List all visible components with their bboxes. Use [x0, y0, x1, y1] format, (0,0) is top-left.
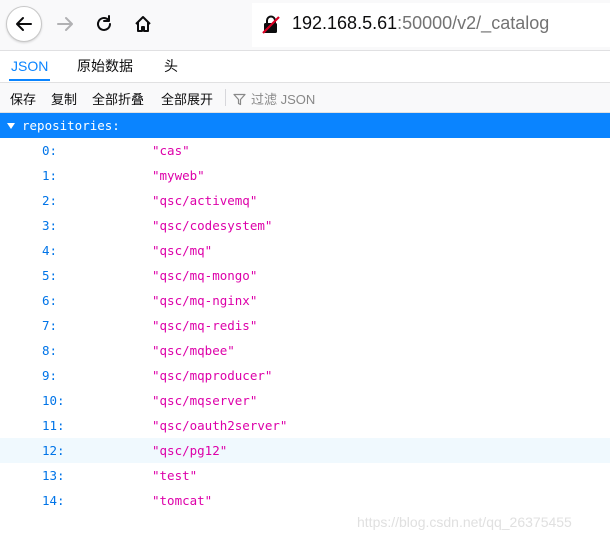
json-row[interactable]: 3: "qsc/codesystem": [0, 213, 610, 238]
json-key: 7:: [42, 318, 58, 333]
expand-all-button[interactable]: 全部展开: [161, 89, 213, 108]
json-value: "qsc/mqserver": [152, 393, 258, 408]
reload-button[interactable]: [86, 6, 122, 42]
tab-raw-data[interactable]: 原始数据: [75, 51, 135, 81]
tab-headers[interactable]: 头: [162, 51, 180, 81]
url-text[interactable]: 192.168.5.61:50000/v2/_catalog: [292, 13, 549, 34]
json-key: 13:: [42, 468, 65, 483]
tab-json[interactable]: JSON: [9, 51, 51, 81]
json-key: 14:: [42, 493, 65, 508]
json-row[interactable]: 8: "qsc/mqbee": [0, 338, 610, 363]
json-row[interactable]: 13: "test": [0, 463, 610, 488]
json-key: 6:: [42, 293, 58, 308]
json-value: "tomcat": [152, 493, 213, 508]
json-key: 2:: [42, 193, 58, 208]
url-bar[interactable]: 192.168.5.61:50000/v2/_catalog: [252, 3, 610, 47]
json-value: "qsc/activemq": [152, 193, 258, 208]
reload-icon: [97, 15, 111, 31]
json-tree: repositories: 0: "cas" 1: "myweb" 2: "qsc/a…: [0, 113, 610, 513]
json-key: 10:: [42, 393, 65, 408]
viewer-tabs: JSON 原始数据 头: [0, 51, 610, 83]
json-toolbar: 保存 复制 全部折叠 全部展开 过滤 JSON: [0, 83, 610, 113]
json-value: "qsc/oauth2server": [152, 418, 288, 433]
json-row[interactable]: 14: "tomcat": [0, 488, 610, 513]
json-row[interactable]: 0: "cas": [0, 138, 610, 163]
json-key: 4:: [42, 243, 58, 258]
json-key: 8:: [42, 343, 58, 358]
back-button[interactable]: [6, 6, 42, 42]
collapse-all-button[interactable]: 全部折叠: [92, 89, 144, 108]
json-key: 12:: [42, 443, 65, 458]
home-icon: [135, 16, 151, 32]
json-value: "qsc/mqbee": [152, 343, 235, 358]
json-value: "qsc/codesystem": [152, 218, 273, 233]
json-value: "test": [152, 468, 198, 483]
browser-navbar: 192.168.5.61:50000/v2/_catalog: [0, 0, 610, 51]
json-value: "qsc/mq-redis": [152, 318, 258, 333]
url-path: :50000/v2/_catalog: [397, 13, 550, 33]
save-button[interactable]: 保存: [10, 89, 36, 108]
json-row[interactable]: 1: "myweb": [0, 163, 610, 188]
json-root-row[interactable]: repositories:: [0, 113, 610, 138]
json-key: 3:: [42, 218, 58, 233]
json-value: "qsc/mqproducer": [152, 368, 273, 383]
json-value: "qsc/pg12": [152, 443, 228, 458]
json-row[interactable]: 5: "qsc/mq-mongo": [0, 263, 610, 288]
toolbar-divider: [225, 89, 226, 106]
json-row[interactable]: 7: "qsc/mq-redis": [0, 313, 610, 338]
json-row[interactable]: 6: "qsc/mq-nginx": [0, 288, 610, 313]
json-value: "qsc/mq": [152, 243, 213, 258]
json-key: 1:: [42, 168, 58, 183]
json-key: 9:: [42, 368, 58, 383]
url-host: 192.168.5.61: [292, 13, 398, 33]
arrow-left-icon: [16, 17, 32, 31]
home-button[interactable]: [125, 6, 161, 42]
json-row[interactable]: 11: "qsc/oauth2server": [0, 413, 610, 438]
json-key: 5:: [42, 268, 58, 283]
json-value: "cas": [152, 143, 190, 158]
filter-json-input[interactable]: 过滤 JSON: [251, 89, 315, 108]
json-row-hovered[interactable]: 12: "qsc/pg12": [0, 438, 610, 463]
json-row[interactable]: 2: "qsc/activemq": [0, 188, 610, 213]
copy-button[interactable]: 复制: [51, 89, 77, 108]
json-row[interactable]: 4: "qsc/mq": [0, 238, 610, 263]
json-row[interactable]: 9: "qsc/mqproducer": [0, 363, 610, 388]
json-row[interactable]: 10: "qsc/mqserver": [0, 388, 610, 413]
json-key: 0:: [42, 143, 58, 158]
json-root-key: repositories:: [22, 118, 120, 133]
json-value: "qsc/mq-mongo": [152, 268, 258, 283]
forward-button[interactable]: [47, 6, 83, 42]
watermark: https://blog.csdn.net/qq_26375455: [357, 514, 572, 530]
insecure-lock-icon[interactable]: [262, 15, 280, 39]
arrow-right-icon: [57, 17, 73, 31]
json-value: "myweb": [152, 168, 205, 183]
json-value: "qsc/mq-nginx": [152, 293, 258, 308]
json-key: 11:: [42, 418, 65, 433]
filter-icon: [233, 91, 246, 110]
caret-down-icon[interactable]: [7, 123, 15, 129]
